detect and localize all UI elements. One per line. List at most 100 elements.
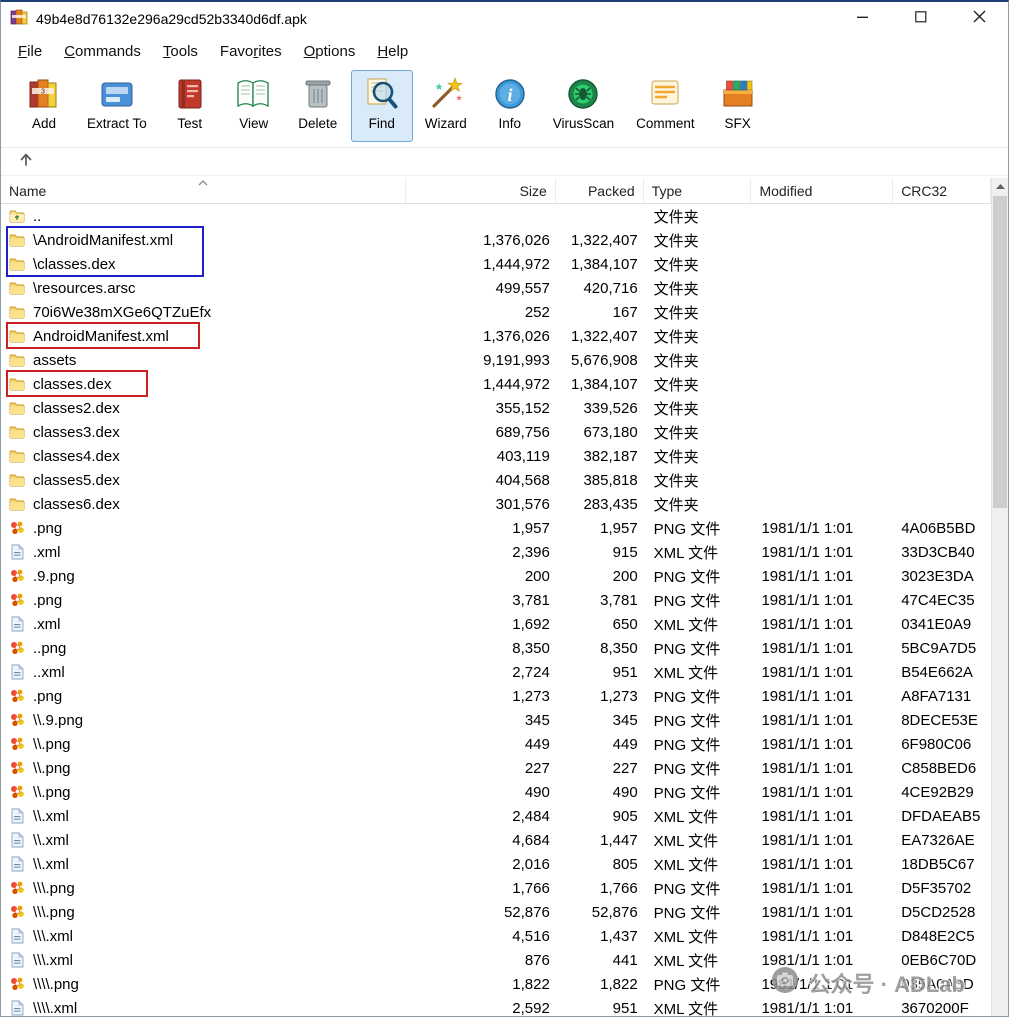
column-header-type[interactable]: Type (644, 178, 752, 203)
file-row[interactable]: \\.xml2,484905XML 文件1981/1/1 1:01DFDAEAB… (1, 804, 991, 828)
folder-icon (9, 424, 26, 440)
column-header-size[interactable]: Size (406, 178, 556, 203)
toolbar-button-wizard[interactable]: Wizard (415, 70, 477, 142)
file-type: XML 文件 (644, 852, 752, 876)
file-row[interactable]: classes6.dex301,576283,435文件夹 (1, 492, 991, 516)
file-row[interactable]: classes5.dex404,568385,818文件夹 (1, 468, 991, 492)
file-size: 252 (406, 300, 556, 324)
menu-item-favorites[interactable]: Favorites (209, 39, 293, 64)
file-row[interactable]: \AndroidManifest.xml1,376,0261,322,407文件… (1, 228, 991, 252)
scroll-up-button[interactable] (992, 178, 1008, 195)
column-header-crc32[interactable]: CRC32 (893, 178, 991, 203)
file-size: 449 (406, 732, 556, 756)
file-size: 2,724 (406, 660, 556, 684)
toolbar-button-sfx[interactable]: SFX (707, 70, 769, 142)
toolbar-button-add[interactable]: 3 Add (13, 70, 75, 142)
file-row[interactable]: .png1,9571,957PNG 文件1981/1/1 1:014A06B5B… (1, 516, 991, 540)
file-row[interactable]: .png1,2731,273PNG 文件1981/1/1 1:01A8FA713… (1, 684, 991, 708)
toolbar-button-find[interactable]: Find (351, 70, 413, 142)
file-row[interactable]: .xml2,396915XML 文件1981/1/1 1:0133D3CB40 (1, 540, 991, 564)
file-crc32: 33D3CB40 (893, 540, 991, 564)
file-row[interactable]: .png3,7813,781PNG 文件1981/1/1 1:0147C4EC3… (1, 588, 991, 612)
file-row[interactable]: \\.png490490PNG 文件1981/1/1 1:014CE92B29 (1, 780, 991, 804)
file-packed: 673,180 (556, 420, 644, 444)
menu-item-options[interactable]: Options (293, 39, 367, 64)
maximize-button[interactable] (892, 2, 950, 36)
file-crc32 (893, 420, 991, 444)
file-size: 1,376,026 (406, 228, 556, 252)
vertical-scrollbar[interactable] (991, 178, 1008, 1016)
file-row[interactable]: \\.png227227PNG 文件1981/1/1 1:01C858BED6 (1, 756, 991, 780)
file-row[interactable]: classes4.dex403,119382,187文件夹 (1, 444, 991, 468)
up-one-level-icon[interactable] (17, 150, 35, 173)
file-type: XML 文件 (644, 828, 752, 852)
file-type: PNG 文件 (644, 972, 752, 996)
file-row[interactable]: \\\.xml876441XML 文件1981/1/1 1:010EB6C70D (1, 948, 991, 972)
file-row[interactable]: ..xml2,724951XML 文件1981/1/1 1:01B54E662A (1, 660, 991, 684)
file-type: 文件夹 (644, 204, 752, 228)
file-packed: 1,273 (556, 684, 644, 708)
file-name: .. (33, 208, 41, 225)
toolbar-button-virusscan[interactable]: VirusScan (543, 70, 624, 142)
toolbar-button-comment[interactable]: Comment (626, 70, 705, 142)
file-row[interactable]: \\\.xml4,5161,437XML 文件1981/1/1 1:01D848… (1, 924, 991, 948)
file-row[interactable]: \\.9.png345345PNG 文件1981/1/1 1:018DECE53… (1, 708, 991, 732)
menu-item-file[interactable]: File (7, 39, 53, 64)
file-row[interactable]: \resources.arsc499,557420,716文件夹 (1, 276, 991, 300)
file-modified: 1981/1/1 1:01 (751, 732, 893, 756)
svg-text:3: 3 (41, 89, 45, 96)
file-row[interactable]: \\\\.xml2,592951XML 文件1981/1/1 1:0136702… (1, 996, 991, 1016)
menu-item-help[interactable]: Help (366, 39, 419, 64)
file-packed: 951 (556, 660, 644, 684)
minimize-button[interactable] (834, 2, 892, 36)
toolbar-button-delete[interactable]: Delete (287, 70, 349, 142)
file-crc32: 18DB5C67 (893, 852, 991, 876)
file-row[interactable]: .9.png200200PNG 文件1981/1/1 1:013023E3DA (1, 564, 991, 588)
file-row[interactable]: \\\\.png1,8221,822PNG 文件1981/1/1 1:01035… (1, 972, 991, 996)
close-button[interactable] (950, 2, 1008, 36)
file-row[interactable]: classes.dex1,444,9721,384,107文件夹 (1, 372, 991, 396)
column-header-name[interactable]: Name (1, 178, 406, 203)
toolbar-button-test[interactable]: Test (159, 70, 221, 142)
file-row[interactable]: \\\.png1,7661,766PNG 文件1981/1/1 1:01D5F3… (1, 876, 991, 900)
file-row[interactable]: AndroidManifest.xml1,376,0261,322,407文件夹 (1, 324, 991, 348)
column-header-packed[interactable]: Packed (556, 178, 644, 203)
file-packed: 1,822 (556, 972, 644, 996)
toolbar-button-info[interactable]: iInfo (479, 70, 541, 142)
file-row[interactable]: \\.xml2,016805XML 文件1981/1/1 1:0118DB5C6… (1, 852, 991, 876)
file-row[interactable]: assets9,191,9935,676,908文件夹 (1, 348, 991, 372)
toolbar-button-label: Add (32, 116, 56, 131)
file-row[interactable]: classes2.dex355,152339,526文件夹 (1, 396, 991, 420)
menu-item-tools[interactable]: Tools (152, 39, 209, 64)
file-name: \\.9.png (33, 712, 83, 729)
file-crc32 (893, 492, 991, 516)
file-row[interactable]: \classes.dex1,444,9721,384,107文件夹 (1, 252, 991, 276)
png-file-icon (9, 880, 26, 896)
file-row[interactable]: \\\.png52,87652,876PNG 文件1981/1/1 1:01D5… (1, 900, 991, 924)
file-row[interactable]: .. 文件夹 (1, 204, 991, 228)
file-crc32: 3670200F (893, 996, 991, 1016)
toolbar-button-label: Wizard (425, 116, 467, 131)
file-row[interactable]: ..png8,3508,350PNG 文件1981/1/1 1:015BC9A7… (1, 636, 991, 660)
file-row[interactable]: .xml1,692650XML 文件1981/1/1 1:010341E0A9 (1, 612, 991, 636)
file-row[interactable]: classes3.dex689,756673,180文件夹 (1, 420, 991, 444)
toolbar-button-extract-to[interactable]: Extract To (77, 70, 157, 142)
test-archive-icon (170, 74, 210, 114)
scrollbar-thumb[interactable] (993, 196, 1007, 508)
xml-file-icon (9, 832, 26, 848)
column-header-modified[interactable]: Modified (751, 178, 893, 203)
file-row[interactable]: \\.png449449PNG 文件1981/1/1 1:016F980C06 (1, 732, 991, 756)
file-size: 3,781 (406, 588, 556, 612)
toolbar-button-view[interactable]: View (223, 70, 285, 142)
file-packed: 441 (556, 948, 644, 972)
find-icon (362, 74, 402, 114)
file-name: \\\.xml (33, 952, 73, 969)
file-packed: 283,435 (556, 492, 644, 516)
file-packed: 420,716 (556, 276, 644, 300)
menu-item-commands[interactable]: Commands (53, 39, 152, 64)
file-name-cell: classes5.dex (1, 468, 406, 492)
file-row[interactable]: 70i6We38mXGe6QTZuEfx252167文件夹 (1, 300, 991, 324)
file-crc32: C858BED6 (893, 756, 991, 780)
file-row[interactable]: \\.xml4,6841,447XML 文件1981/1/1 1:01EA732… (1, 828, 991, 852)
file-size: 227 (406, 756, 556, 780)
